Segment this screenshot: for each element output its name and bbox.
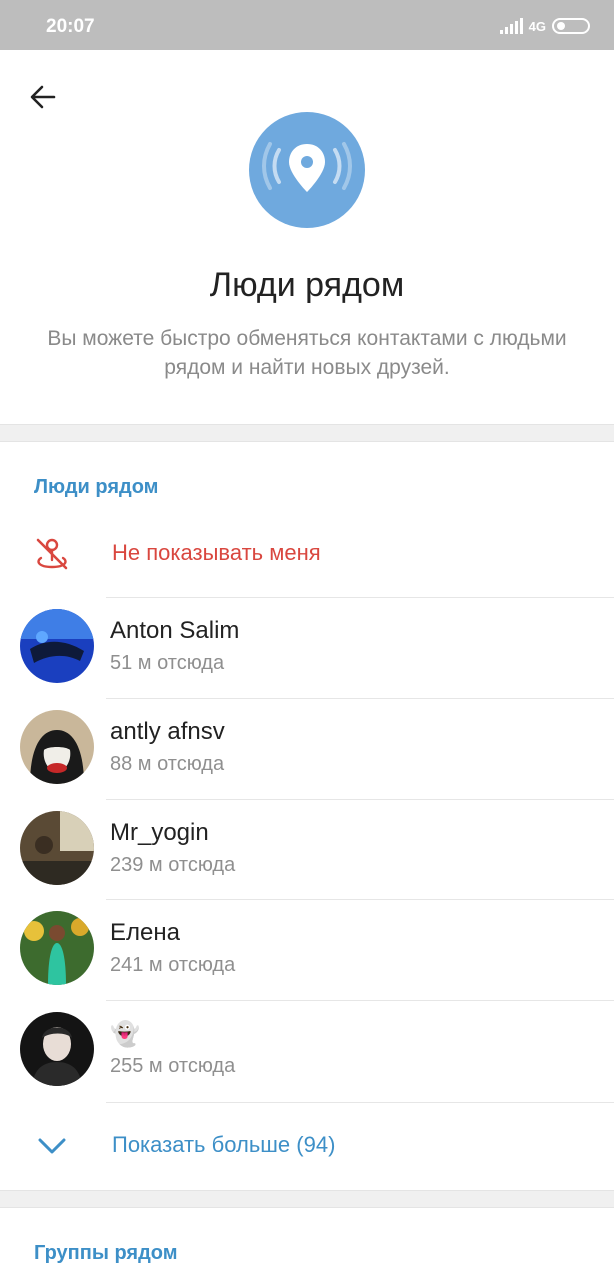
- person-distance: 239 м отсюда: [110, 854, 236, 876]
- divider: [106, 1102, 614, 1103]
- status-indicators: 4G: [499, 18, 590, 34]
- battery-icon: [552, 18, 590, 34]
- person-distance: 255 м отсюда: [110, 1055, 236, 1077]
- section-title-people: Люди рядом: [34, 476, 159, 498]
- back-button[interactable]: [22, 76, 64, 118]
- person-name: Mr_yogin: [110, 819, 209, 846]
- person-distance: 241 м отсюда: [110, 954, 236, 976]
- show-more-label: Показать больше (94): [112, 1132, 336, 1157]
- person-name: Елена: [110, 919, 180, 946]
- hide-me-button[interactable]: Не показывать меня: [0, 518, 614, 592]
- avatar: [20, 1012, 94, 1086]
- person-row[interactable]: Mr_yogin 239 м отсюда: [0, 799, 614, 900]
- avatar: [20, 911, 94, 985]
- avatar: [20, 811, 94, 885]
- person-distance: 51 м отсюда: [110, 652, 225, 674]
- person-row[interactable]: antly afnsv 88 м отсюда: [0, 698, 614, 799]
- section-title-groups: Группы рядом: [34, 1242, 178, 1264]
- person-distance: 88 м отсюда: [110, 753, 225, 775]
- signal-icon: [499, 18, 523, 34]
- chevron-down-icon: [38, 1138, 66, 1154]
- header: Люди рядом Вы можете быстро обменяться к…: [0, 50, 614, 424]
- location-broadcast-icon: [262, 142, 352, 192]
- network-type: 4G: [528, 18, 546, 34]
- page-title: Люди рядом: [209, 266, 405, 304]
- avatar: [20, 609, 94, 683]
- status-bar: 20:07 4G: [0, 0, 614, 50]
- person-name: Anton Salim: [110, 617, 240, 644]
- person-name: 👻: [110, 1021, 140, 1048]
- page-description: Вы можете быстро обменяться контактами с…: [47, 327, 567, 379]
- avatar: [20, 710, 94, 784]
- location-off-icon: [36, 538, 68, 570]
- section-separator: [0, 1190, 614, 1208]
- divider: [106, 899, 614, 900]
- location-hero: [249, 112, 365, 228]
- status-time: 20:07: [46, 16, 95, 37]
- divider: [106, 799, 614, 800]
- hide-me-label: Не показывать меня: [112, 540, 321, 565]
- person-name: antly afnsv: [110, 718, 225, 745]
- section-separator: [0, 424, 614, 442]
- show-more-button[interactable]: Показать больше (94): [0, 1102, 614, 1188]
- person-row[interactable]: 👻 255 м отсюда: [0, 1000, 614, 1101]
- divider: [106, 698, 614, 699]
- person-row[interactable]: Anton Salim 51 м отсюда: [0, 597, 614, 698]
- divider: [106, 597, 614, 598]
- person-row[interactable]: Елена 241 м отсюда: [0, 899, 614, 1000]
- divider: [106, 1000, 614, 1001]
- arrow-left-icon: [30, 85, 56, 109]
